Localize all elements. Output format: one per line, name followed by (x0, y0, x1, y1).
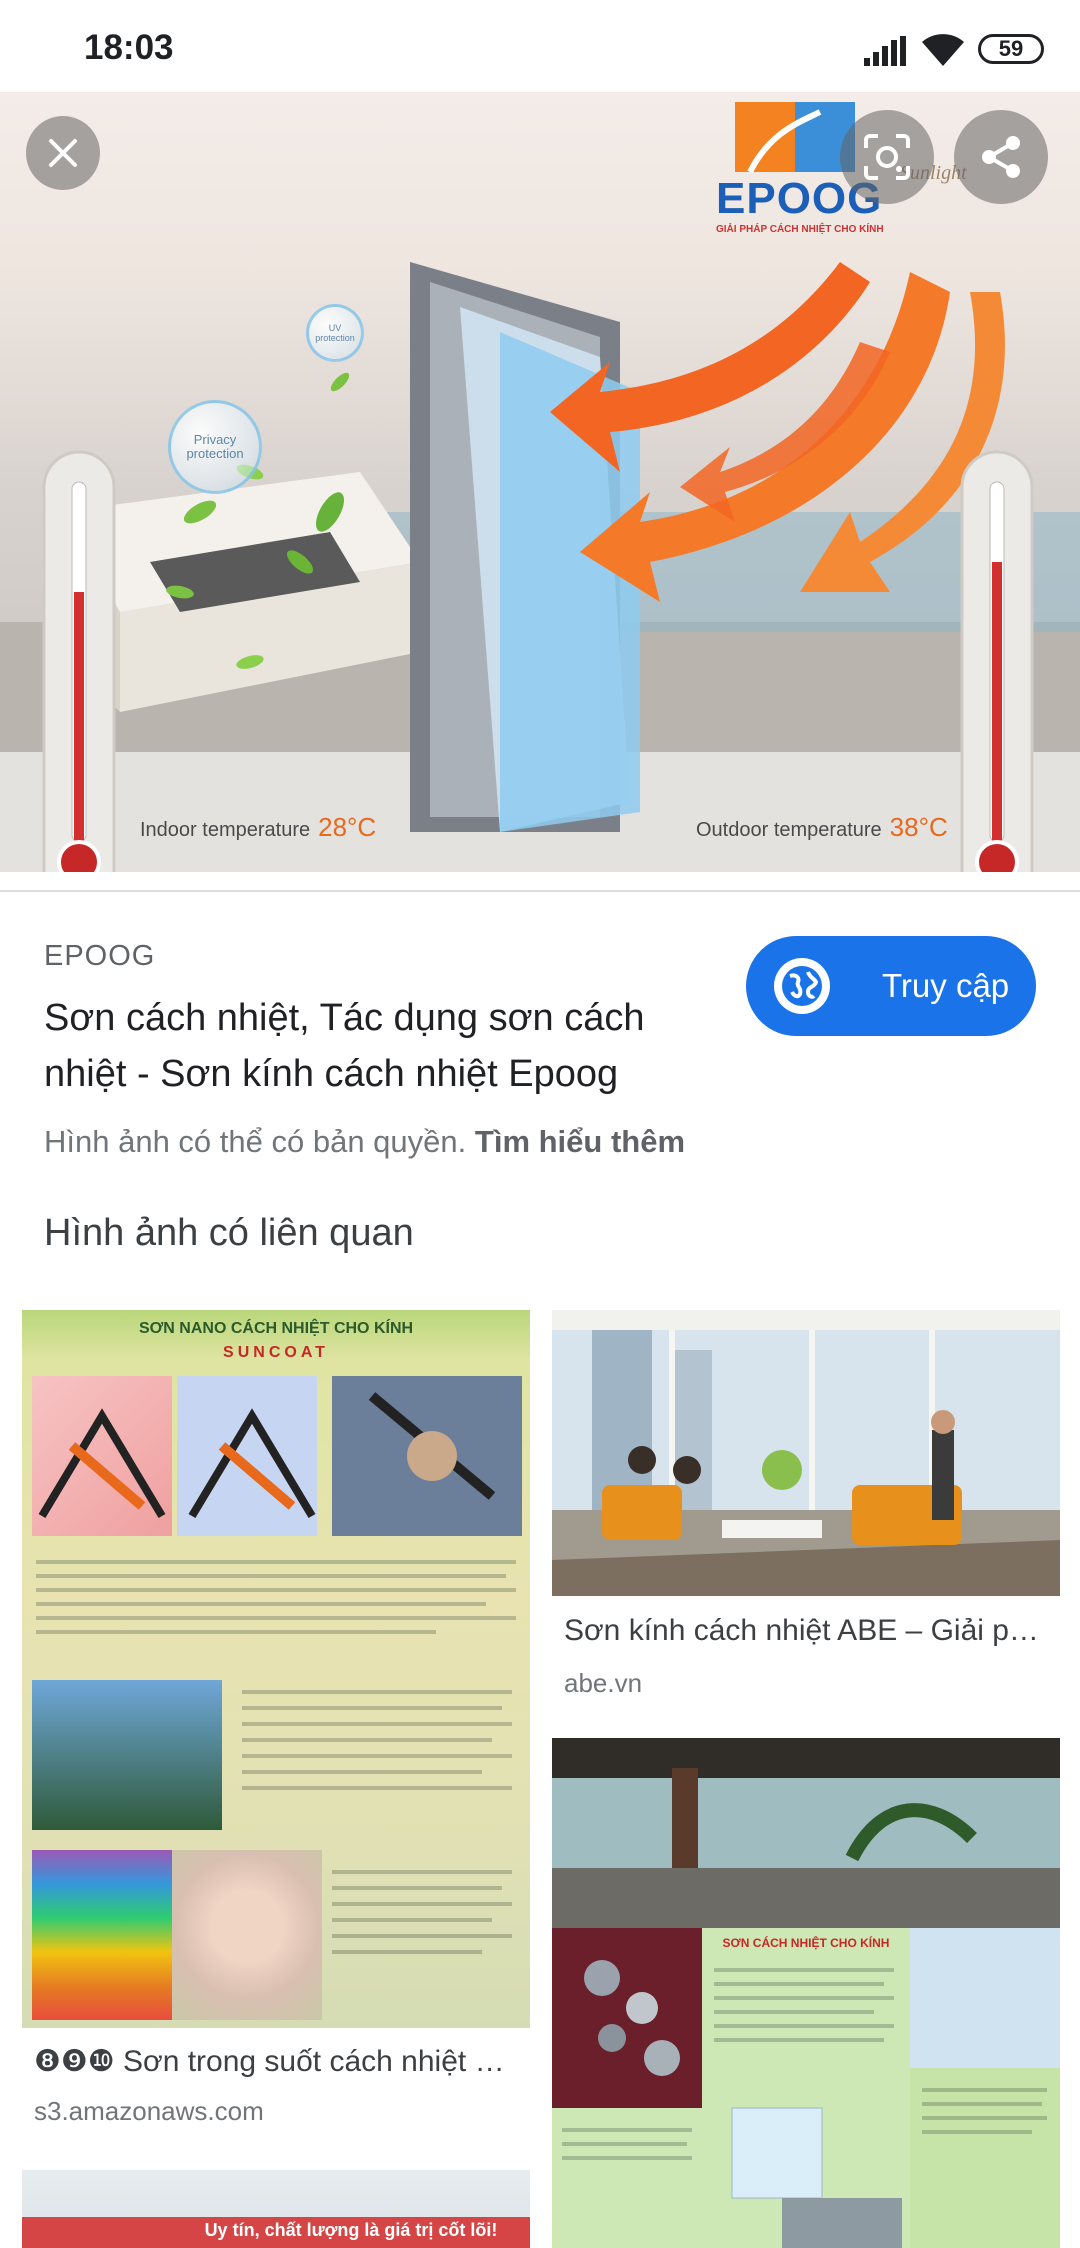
thumb-title: SƠN CÁCH NHIỆT CHO KÍNH (722, 1936, 890, 1950)
visit-button[interactable]: Truy cập (746, 936, 1036, 1036)
privacy-bubble: Privacy protection (168, 400, 262, 494)
related-card[interactable]: Uy tín, chất lượng là giá trị cốt lõi! (22, 2170, 530, 2248)
indoor-label: Indoor temperature (140, 819, 311, 841)
signal-icon (864, 36, 906, 66)
related-caption[interactable]: ❽❾❿ Sơn trong suốt cách nhiệt … (34, 2044, 530, 2079)
status-icons: 59 (840, 0, 1080, 92)
related-card[interactable]: SƠN CÁCH NHIỆT CHO KÍNH (552, 1738, 1060, 2248)
outdoor-value: 38°C (889, 812, 948, 842)
related-thumbnail[interactable] (552, 1310, 1060, 1596)
thumb-subtitle: SUNCOAT (223, 1344, 329, 1361)
outdoor-caption: Outdoor temperature 38°C (696, 812, 948, 843)
outdoor-label: Outdoor temperature (696, 819, 882, 841)
share-button[interactable] (954, 110, 1048, 204)
indoor-caption: Indoor temperature 28°C (140, 812, 376, 843)
learn-more-link[interactable]: Tìm hiểu thêm (475, 1124, 685, 1159)
copyright-text: Hình ảnh có thể có bản quyền. (44, 1124, 467, 1159)
related-caption[interactable]: Sơn kính cách nhiệt ABE – Giải p… (564, 1614, 1060, 1648)
thumb-title: SƠN NANO CÁCH NHIỆT CHO KÍNH (138, 1320, 414, 1337)
related-thumbnail[interactable]: SƠN CÁCH NHIỆT CHO KÍNH (552, 1738, 1060, 2248)
copyright-notice: Hình ảnh có thể có bản quyền. Tìm hiểu t… (44, 1124, 685, 1160)
status-time: 18:03 (84, 28, 174, 67)
lens-icon (864, 134, 910, 180)
close-icon (49, 139, 77, 167)
globe-icon (774, 958, 830, 1014)
close-button[interactable] (26, 116, 100, 190)
brand-tagline: GIẢI PHÁP CÁCH NHIỆT CHO KÍNH (716, 224, 884, 235)
battery-icon: 59 (978, 34, 1044, 64)
indoor-value: 28°C (318, 812, 377, 842)
related-thumbnail[interactable]: Uy tín, chất lượng là giá trị cốt lõi! (22, 2170, 530, 2248)
result-source: EPOOG (44, 940, 156, 972)
lens-button[interactable] (840, 110, 934, 204)
related-card[interactable]: Sơn kính cách nhiệt ABE – Giải p… abe.vn (552, 1310, 1060, 1698)
related-domain: abe.vn (564, 1668, 643, 1698)
uv-bubble: UV protection (306, 304, 364, 362)
share-icon (982, 136, 1020, 178)
status-bar: 18:03 59 (0, 0, 1080, 92)
visit-button-label: Truy cập (882, 967, 1010, 1004)
related-heading: Hình ảnh có liên quan (44, 1212, 414, 1254)
result-title[interactable]: Sơn cách nhiệt, Tác dụng sơn cách nhiệt … (44, 990, 704, 1102)
related-domain: s3.amazonaws.com (34, 2096, 264, 2126)
divider (0, 890, 1080, 892)
related-thumbnail[interactable]: SƠN NANO CÁCH NHIỆT CHO KÍNH SUNCOAT (22, 1310, 530, 2028)
hero-image[interactable]: Privacy protection UV protection EPOOG G… (0, 92, 1080, 872)
related-card[interactable]: SƠN NANO CÁCH NHIỆT CHO KÍNH SUNCOAT ❽❾❿… (22, 1310, 530, 2130)
hero-illustration (0, 102, 1080, 872)
thumb-banner: Uy tín, chất lượng là giá trị cốt lõi! (204, 2220, 498, 2240)
wifi-icon (922, 34, 964, 66)
